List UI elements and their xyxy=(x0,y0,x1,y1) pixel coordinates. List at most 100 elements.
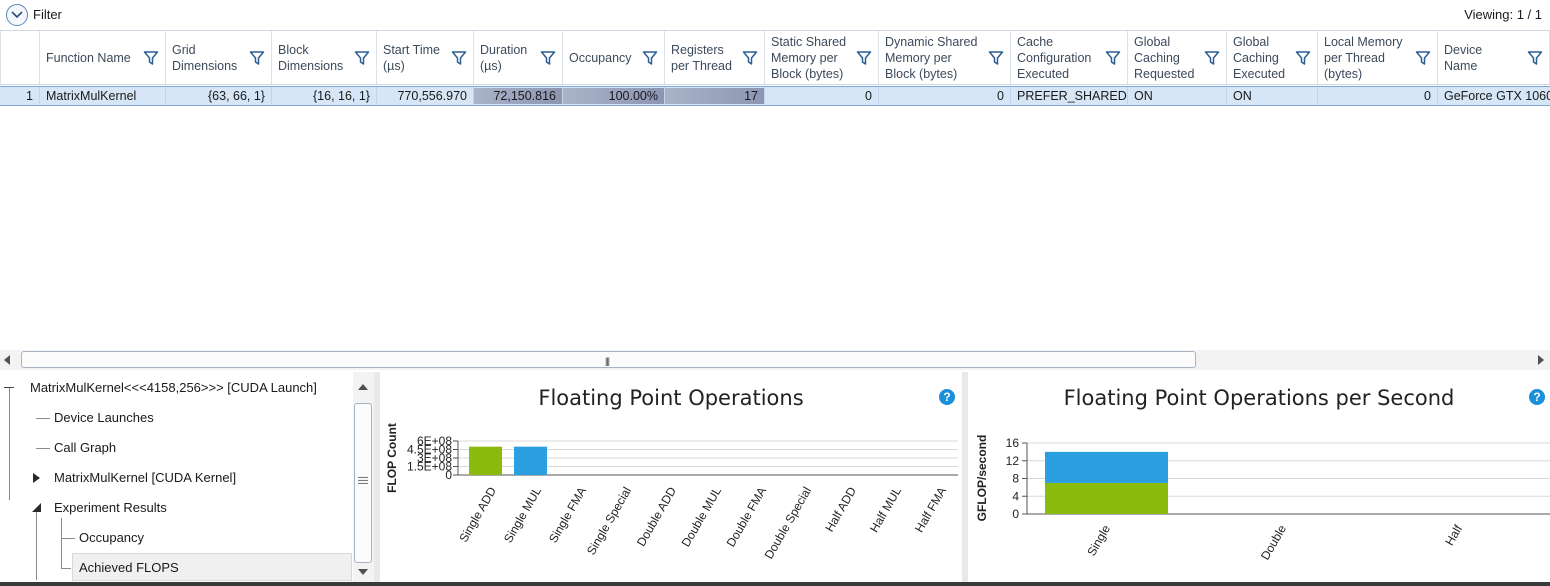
column-header-label: Static Shared Memory per Block (bytes) xyxy=(771,34,847,81)
collapse-arrow-icon[interactable] xyxy=(31,502,43,514)
filter-funnel-icon[interactable] xyxy=(1105,50,1121,66)
row-index: 1 xyxy=(0,87,40,105)
bar xyxy=(469,446,502,475)
table-row[interactable]: 1 MatrixMulKernel {63, 66, 1} {16, 16, 1… xyxy=(0,86,1550,106)
scroll-right-arrow-icon[interactable] xyxy=(1538,355,1544,365)
column-header[interactable]: Static Shared Memory per Block (bytes) xyxy=(765,31,879,84)
x-tick-label: Single MUL xyxy=(501,484,544,545)
horizontal-scrollbar[interactable]: ||| xyxy=(0,350,1550,370)
cell-local-memory: 0 xyxy=(1318,87,1438,105)
column-header-label: Local Memory per Thread (bytes) xyxy=(1324,34,1403,81)
filter-funnel-icon[interactable] xyxy=(1527,50,1543,66)
y-tick-label: 12 xyxy=(1006,454,1020,468)
cell-device-name: GeForce GTX 1060 xyxy=(1444,89,1550,103)
y-axis-label: FLOP Count xyxy=(385,423,399,493)
filter-funnel-icon[interactable] xyxy=(451,50,467,66)
scroll-left-arrow-icon[interactable] xyxy=(4,355,10,365)
column-header[interactable]: Local Memory per Thread (bytes) xyxy=(1318,31,1438,84)
tree-guide xyxy=(9,388,10,500)
scroll-up-arrow-icon[interactable] xyxy=(358,384,368,390)
column-header-label: Cache Configuration Executed xyxy=(1017,34,1092,81)
flops-per-second-panel: Floating Point Operations per Second ? 0… xyxy=(968,378,1550,582)
cell-block-dimensions: {16, 16, 1} xyxy=(272,87,377,105)
y-tick-label: 6E+08 xyxy=(417,434,452,448)
filter-funnel-icon[interactable] xyxy=(856,50,872,66)
x-tick-label: Half ADD xyxy=(822,484,859,534)
tree-collapse-icon xyxy=(4,387,14,388)
column-header[interactable]: Start Time (µs) xyxy=(377,31,474,84)
column-header[interactable]: Duration (µs) xyxy=(474,31,563,84)
column-header[interactable]: Registers per Thread xyxy=(665,31,765,84)
flops-per-second-chart: 0 4 8 12 16 GFLOP/second Single Double Half xyxy=(975,435,1550,562)
vertical-scrollbar[interactable]: — — — xyxy=(353,372,374,584)
column-header-label: Function Name xyxy=(46,50,131,65)
filter-bar: Filter Viewing: 1 / 1 xyxy=(0,0,1550,30)
filter-funnel-icon[interactable] xyxy=(1415,50,1431,66)
column-header-label: Occupancy xyxy=(569,50,632,65)
y-axis-label: GFLOP/second xyxy=(975,435,989,522)
table-header: Function Name Grid Dimensions Block Dimens… xyxy=(0,30,1550,85)
filter-label: Filter xyxy=(33,7,62,22)
filter-funnel-icon[interactable] xyxy=(1204,50,1220,66)
x-tick-label: Single Special xyxy=(584,485,634,558)
cell-start-time: 770,556.970 xyxy=(377,87,474,105)
column-header[interactable]: Dynamic Shared Memory per Block (bytes) xyxy=(879,31,1011,84)
bar xyxy=(514,446,547,475)
flop-count-chart: 01.5E+083E+084.5E+086E+08FLOP CountSingl… xyxy=(385,423,958,561)
filter-expand-button[interactable] xyxy=(6,4,28,26)
column-header-label: Dynamic Shared Memory per Block (bytes) xyxy=(885,34,978,81)
window-bottom-border xyxy=(0,582,1550,586)
x-tick-label: Single xyxy=(1084,522,1113,558)
cell-global-caching-requested: ON xyxy=(1128,87,1227,105)
navigation-tree: MatrixMulKernel<<<4158,256>>> [CUDA Laun… xyxy=(0,372,374,584)
column-header-label: Global Caching Requested xyxy=(1134,34,1195,81)
tree-item-occupancy[interactable]: Occupancy xyxy=(79,530,144,545)
column-header[interactable]: Cache Configuration Executed xyxy=(1011,31,1128,84)
filter-funnel-icon[interactable] xyxy=(642,50,658,66)
column-header-label: Duration (µs) xyxy=(480,42,528,73)
column-header[interactable]: Function Name xyxy=(40,31,166,84)
horizontal-scroll-thumb[interactable]: ||| xyxy=(21,351,1196,368)
row-number-header xyxy=(0,31,40,84)
column-header-label: Block Dimensions xyxy=(278,42,344,73)
filter-funnel-icon[interactable] xyxy=(742,50,758,66)
filter-funnel-icon[interactable] xyxy=(988,50,1004,66)
cell-static-shared: 0 xyxy=(765,87,879,105)
tree-connector xyxy=(36,418,50,419)
filter-funnel-icon[interactable] xyxy=(143,50,159,66)
tree-item-root[interactable]: MatrixMulKernel<<<4158,256>>> [CUDA Laun… xyxy=(30,380,317,395)
column-header[interactable]: Occupancy xyxy=(563,31,665,84)
tree-guide xyxy=(61,518,62,568)
cell-occupancy: 100.00% xyxy=(563,87,665,105)
column-header[interactable]: Device Name xyxy=(1438,31,1550,84)
filter-funnel-icon[interactable] xyxy=(1295,50,1311,66)
filter-funnel-icon[interactable] xyxy=(354,50,370,66)
x-tick-label: Half FMA xyxy=(912,485,949,535)
filter-funnel-icon[interactable] xyxy=(540,50,556,66)
column-header-label: Global Caching Executed xyxy=(1233,34,1286,81)
tree-item-kernel[interactable]: MatrixMulKernel [CUDA Kernel] xyxy=(54,470,236,485)
column-header[interactable]: Global Caching Requested xyxy=(1128,31,1227,84)
grip-icon: ||| xyxy=(605,356,610,366)
tree-item-experiment-results[interactable]: Experiment Results xyxy=(54,500,167,515)
chevron-down-icon xyxy=(11,11,23,19)
column-header-label: Start Time (µs) xyxy=(383,42,440,73)
column-header[interactable]: Global Caching Executed xyxy=(1227,31,1318,84)
column-header-label: Grid Dimensions xyxy=(172,42,238,73)
tree-connector xyxy=(36,448,50,449)
column-header[interactable]: Block Dimensions xyxy=(272,31,377,84)
bar-segment xyxy=(1045,451,1168,483)
cell-registers: 17 xyxy=(665,87,765,105)
tree-item-call-graph[interactable]: Call Graph xyxy=(54,440,116,455)
column-header-label: Device Name xyxy=(1444,42,1483,73)
y-tick-label: 8 xyxy=(1012,472,1019,486)
tree-item-device-launches[interactable]: Device Launches xyxy=(54,410,154,425)
flop-count-panel: Floating Point Operations ? 0 1.5E+08 3E+0… xyxy=(380,378,962,582)
scroll-down-arrow-icon[interactable] xyxy=(358,569,368,575)
column-header[interactable]: Grid Dimensions xyxy=(166,31,272,84)
x-tick-label: Double xyxy=(1258,522,1289,562)
filter-funnel-icon[interactable] xyxy=(249,50,265,66)
tree-item-achieved-flops[interactable]: Achieved FLOPS xyxy=(79,560,179,575)
expand-arrow-icon[interactable] xyxy=(33,473,40,483)
y-tick-label: 4 xyxy=(1012,489,1019,503)
